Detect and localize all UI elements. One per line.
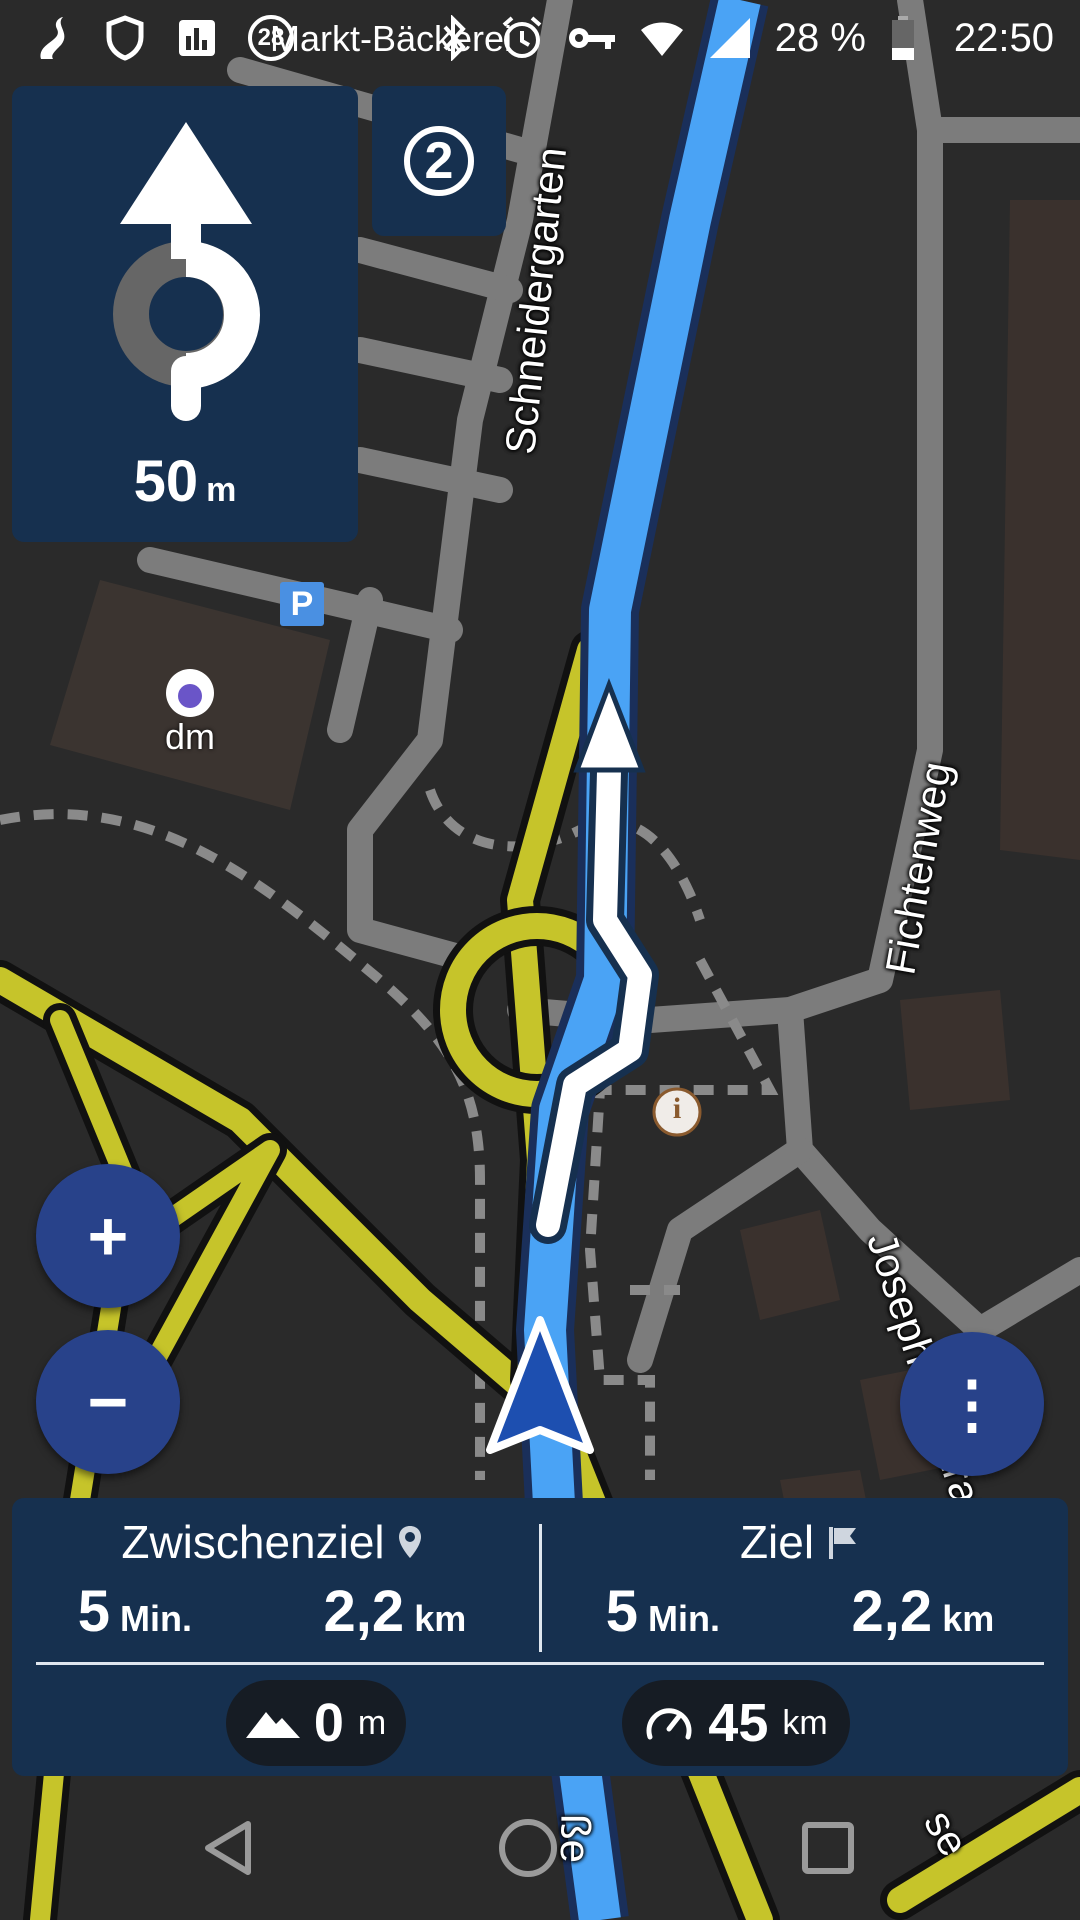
intermediate-destination-info[interactable]: Zwischenziel 5 Min. 2,2 km [12, 1512, 532, 1648]
chart-icon [174, 15, 220, 61]
route-info-panel[interactable]: Zwischenziel 5 Min. 2,2 km Ziel 5 Min. 2,2 k… [12, 1498, 1068, 1776]
speed-unit: km [782, 1703, 828, 1742]
battery-percent: 28 % [774, 15, 866, 60]
turn-distance-unit: m [206, 471, 237, 509]
system-nav-bar [0, 1776, 1080, 1920]
badge-28-icon: 28 [246, 15, 296, 61]
row-divider [36, 1662, 1044, 1665]
zoom-out-button[interactable]: − [36, 1330, 180, 1474]
info-poi-icon: i [672, 1092, 682, 1125]
altitude-pill[interactable]: 0m [226, 1680, 406, 1766]
speed-pill[interactable]: 45 km [622, 1680, 850, 1766]
zoom-in-button[interactable]: + [36, 1164, 180, 1308]
plus-icon: + [87, 1197, 129, 1275]
recents-icon [802, 1822, 854, 1874]
turn-distance-value: 50 [133, 449, 199, 514]
app-icon [30, 15, 76, 61]
poi-label-dm: dm [164, 716, 215, 757]
home-icon [499, 1819, 557, 1877]
back-icon [205, 1821, 251, 1875]
key-icon [567, 15, 617, 61]
turn-distance: 50 m [12, 448, 358, 515]
intermediate-distance-unit: km [414, 1598, 467, 1639]
destination-time: 5 [605, 1579, 639, 1644]
shield-icon [102, 15, 148, 61]
location-pin-icon [398, 1526, 421, 1558]
bluetooth-icon [431, 15, 477, 61]
more-options-button[interactable]: ⋮ [900, 1332, 1044, 1476]
altitude-unit: m [357, 1703, 387, 1742]
intermediate-distance: 2,2 [323, 1579, 405, 1644]
recents-button[interactable] [790, 1810, 866, 1886]
flag-icon [829, 1527, 857, 1559]
alarm-icon [499, 15, 545, 61]
speedometer-icon [646, 1708, 692, 1740]
destination-info[interactable]: Ziel 5 Min. 2,2 km [540, 1512, 1060, 1648]
next-turn-panel[interactable]: 50 m [12, 86, 358, 542]
clock: 22:50 [953, 15, 1054, 60]
speed-value: 45 [708, 1693, 769, 1753]
more-vert-icon: ⋮ [940, 1368, 1004, 1440]
parking-icon: P [290, 585, 314, 623]
intermediate-time-unit: Min. [120, 1598, 193, 1639]
home-button[interactable] [490, 1810, 566, 1886]
exit-number: 2 [404, 126, 474, 196]
roundabout-turn-icon [113, 122, 260, 421]
mountain-icon [245, 1712, 300, 1738]
signal-icon [707, 15, 753, 61]
battery-icon [888, 15, 918, 61]
wifi-icon [639, 15, 685, 61]
status-bar: 28 28 % 22:50 [0, 0, 1080, 76]
back-button[interactable] [190, 1810, 266, 1886]
destination-distance-unit: km [942, 1598, 995, 1639]
intermediate-title: Zwischenziel [121, 1516, 385, 1568]
destination-title: Ziel [739, 1516, 815, 1568]
destination-time-unit: Min. [648, 1598, 721, 1639]
minus-icon: − [87, 1363, 129, 1441]
intermediate-time: 5 [77, 1579, 111, 1644]
altitude-value: 0 [313, 1693, 344, 1753]
destination-distance: 2,2 [851, 1579, 933, 1644]
roundabout-exit-badge: 2 [372, 86, 506, 236]
